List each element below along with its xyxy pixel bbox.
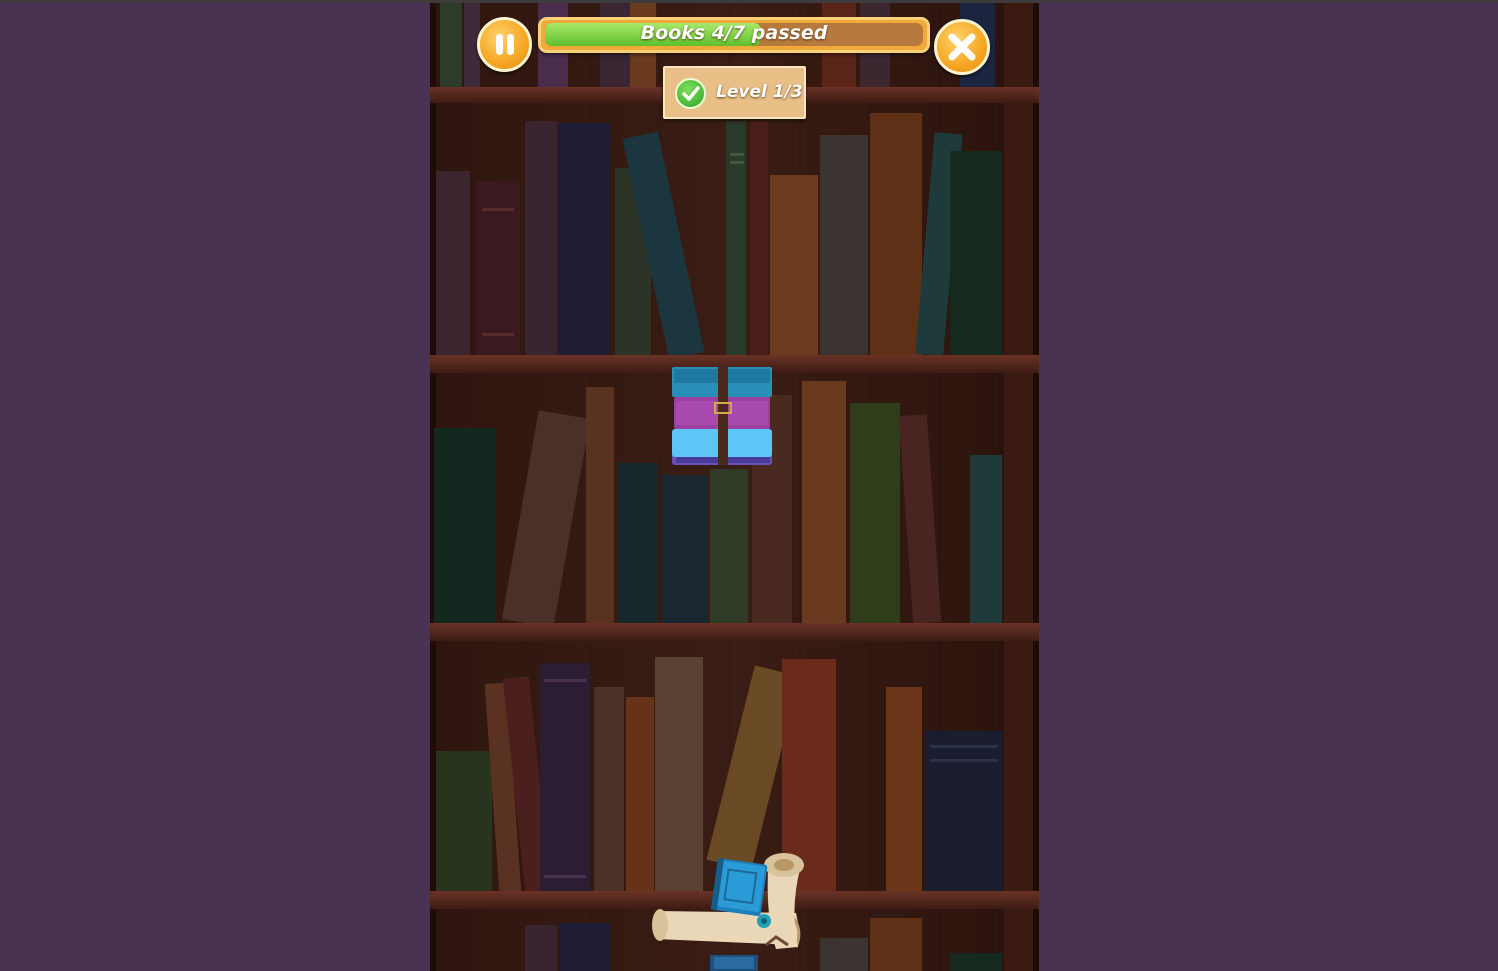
close-button[interactable]: [934, 19, 990, 75]
stacked-books-and-scrolls[interactable]: [648, 849, 812, 971]
level-badge: Level 1/3: [663, 66, 806, 119]
pause-button[interactable]: [477, 17, 532, 72]
game-viewport[interactable]: Books 4/7 passed Level 1/3: [430, 3, 1039, 971]
falling-book-stack[interactable]: [670, 365, 774, 469]
level-label: Level 1/3: [716, 82, 803, 102]
pause-icon: [496, 34, 503, 55]
books-progress-bar: Books 4/7 passed: [538, 17, 930, 53]
pause-icon-bar: [507, 34, 514, 55]
close-icon: [948, 33, 976, 61]
progress-label: Books 4/7 passed: [640, 22, 828, 44]
shelf-plank-3: [430, 623, 1039, 641]
bookshelf-background: [430, 3, 1039, 971]
checkmark-icon: [675, 78, 706, 109]
